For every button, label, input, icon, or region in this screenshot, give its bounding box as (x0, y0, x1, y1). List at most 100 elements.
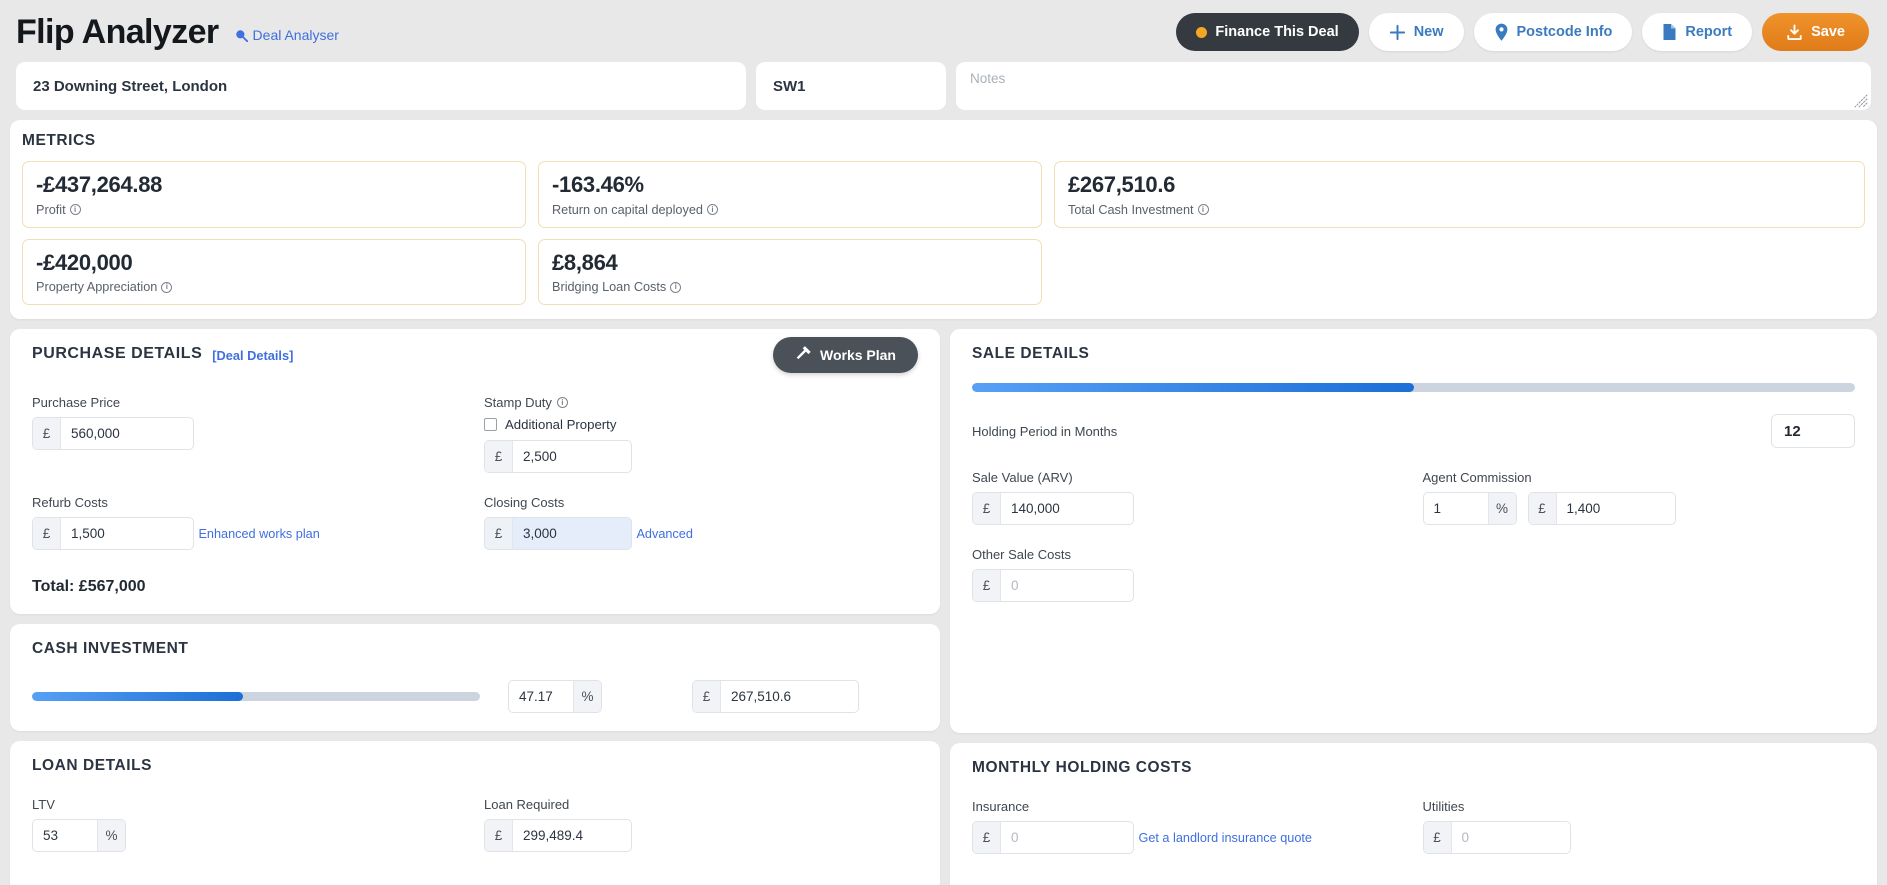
status-dot-icon (1196, 26, 1208, 38)
additional-property-checkbox-row[interactable]: Additional Property (484, 417, 918, 432)
holding-period-label: Holding Period in Months (972, 423, 1118, 439)
property-identity-bar: 23 Downing Street, London SW1 Notes (0, 62, 1887, 110)
cash-investment-title: CASH INVESTMENT (32, 640, 189, 658)
report-label: Report (1685, 24, 1733, 40)
loan-details-title: LOAN DETAILS (32, 757, 152, 775)
purchase-price-input[interactable]: £ 560,000 (32, 417, 194, 451)
postcode-value: SW1 (773, 77, 806, 95)
landlord-insurance-quote-link[interactable]: Get a landlord insurance quote (1138, 831, 1312, 845)
currency-prefix: £ (1423, 822, 1452, 854)
percent-suffix: % (1487, 493, 1516, 525)
header-actions: Finance This Deal New Postcode Info Repo… (1176, 13, 1869, 51)
purchase-price-value: 560,000 (71, 426, 120, 442)
plus-icon (1389, 24, 1406, 41)
deal-analyser-link[interactable]: Deal Analyser (235, 27, 339, 43)
resize-handle-icon[interactable] (1854, 94, 1868, 108)
purchase-details-panel: PURCHASE DETAILS [Deal Details] Works Pl… (10, 329, 940, 615)
percent-suffix: % (573, 681, 601, 713)
report-button[interactable]: Report (1642, 13, 1753, 51)
utilities-value: 0 (1461, 830, 1470, 846)
closing-costs-input[interactable]: £ 3,000 (484, 517, 632, 551)
metrics-row-1: -£437,264.88 Profit i -163.46% Return on… (22, 161, 1865, 228)
sale-value-input[interactable]: £ 140,000 (972, 492, 1134, 526)
info-icon[interactable]: i (1197, 204, 1209, 216)
metric-label: Total Cash Investment i (1068, 203, 1851, 217)
other-sale-costs-input[interactable]: £ 0 (972, 569, 1134, 603)
metric-card-profit: -£437,264.88 Profit i (22, 161, 526, 228)
additional-property-checkbox[interactable] (484, 418, 497, 432)
new-button[interactable]: New (1368, 13, 1464, 51)
metric-value: £8,864 (552, 249, 618, 275)
notes-textarea[interactable]: Notes (956, 62, 1871, 110)
closing-costs-group: Closing Costs £ 3,000 Advanced (484, 495, 918, 551)
loan-required-value: 299,489.4 (523, 828, 584, 844)
metric-card-return-on-capital: -163.46% Return on capital deployed i (538, 161, 1042, 228)
additional-property-label: Additional Property (505, 417, 617, 433)
metric-label-text: Return on capital deployed (552, 202, 703, 217)
metric-label-text: Property Appreciation (36, 280, 158, 295)
insurance-input[interactable]: £ 0 (972, 821, 1134, 855)
agent-commission-group: Agent Commission 1 % £ 1,400 (1422, 470, 1856, 526)
enhanced-works-plan-link[interactable]: Enhanced works plan (198, 527, 319, 541)
cash-investment-slider-fill (32, 692, 243, 702)
postcode-info-label: Postcode Info (1516, 24, 1613, 40)
address-input[interactable]: 23 Downing Street, London (16, 62, 746, 110)
other-sale-costs-value: 0 (1011, 578, 1019, 594)
holding-period-input[interactable]: 12 (1771, 414, 1855, 449)
holding-period-slider[interactable] (972, 383, 1855, 393)
search-icon (235, 29, 248, 42)
insurance-value: 0 (1011, 830, 1019, 846)
metrics-title: METRICS (22, 132, 96, 149)
refurb-costs-label: Refurb Costs (32, 495, 108, 511)
ltv-input[interactable]: 53 % (32, 819, 126, 853)
stamp-duty-input[interactable]: £ 2,500 (484, 440, 632, 474)
metric-label: Property Appreciation i (36, 280, 512, 294)
deal-details-link[interactable]: [Deal Details] (212, 348, 293, 363)
agent-commission-percent-value: 1 (1433, 501, 1442, 517)
purchase-price-group: Purchase Price £ 560,000 (32, 395, 466, 473)
currency-prefix: £ (973, 822, 1001, 854)
agent-commission-amount-input[interactable]: £ 1,400 (1527, 492, 1676, 526)
currency-prefix: £ (33, 418, 61, 450)
sale-details-title: SALE DETAILS (972, 345, 1090, 363)
download-icon (1786, 23, 1803, 41)
cash-investment-amount-input[interactable]: £ 267,510.6 (692, 680, 859, 714)
postcode-input[interactable]: SW1 (756, 62, 946, 110)
info-icon[interactable]: i (670, 281, 682, 293)
loan-required-label: Loan Required (484, 797, 570, 813)
loan-form-grid: LTV 53 % Loan Required £ 299,489.4 (32, 797, 918, 874)
cash-investment-percent-input[interactable]: 47.17 % (508, 680, 602, 714)
holding-costs-grid: Insurance £ 0 Get a landlord insurance q… (972, 799, 1855, 876)
metrics-panel: METRICS -£437,264.88 Profit i -163.46% R… (10, 120, 1877, 320)
utilities-input[interactable]: £ 0 (1422, 821, 1571, 855)
info-icon[interactable]: i (556, 397, 568, 409)
postcode-info-button[interactable]: Postcode Info (1473, 13, 1633, 51)
info-icon[interactable]: i (706, 204, 718, 216)
left-column: PURCHASE DETAILS [Deal Details] Works Pl… (10, 329, 940, 885)
map-pin-icon (1494, 23, 1509, 41)
ltv-group: LTV 53 % (32, 797, 466, 853)
sale-value-label: Sale Value (ARV) (972, 470, 1073, 486)
sale-details-panel: SALE DETAILS Holding Period in Months 12… (950, 329, 1877, 734)
info-icon[interactable]: i (69, 204, 81, 216)
refurb-costs-input[interactable]: £ 1,500 (32, 517, 194, 551)
advanced-link[interactable]: Advanced (636, 527, 692, 541)
save-label: Save (1811, 24, 1845, 40)
percent-suffix: % (97, 820, 125, 852)
currency-prefix: £ (1528, 493, 1557, 525)
closing-costs-value: 3,000 (513, 518, 631, 550)
metric-value: -£420,000 (36, 249, 133, 275)
utilities-label: Utilities (1422, 799, 1465, 815)
purchase-details-header: PURCHASE DETAILS [Deal Details] Works Pl… (32, 337, 918, 374)
works-plan-button[interactable]: Works Plan (773, 337, 918, 374)
currency-prefix: £ (485, 441, 513, 473)
agent-commission-percent-input[interactable]: 1 % (1422, 492, 1517, 526)
metric-label: Return on capital deployed i (552, 203, 1028, 217)
cash-investment-slider[interactable] (32, 692, 480, 702)
other-sale-costs-group: Other Sale Costs £ 0 (972, 547, 1405, 603)
finance-this-deal-button[interactable]: Finance This Deal (1176, 13, 1359, 51)
metric-value: -£437,264.88 (36, 172, 163, 197)
save-button[interactable]: Save (1762, 13, 1869, 51)
loan-required-input[interactable]: £ 299,489.4 (484, 819, 632, 853)
info-icon[interactable]: i (161, 281, 173, 293)
